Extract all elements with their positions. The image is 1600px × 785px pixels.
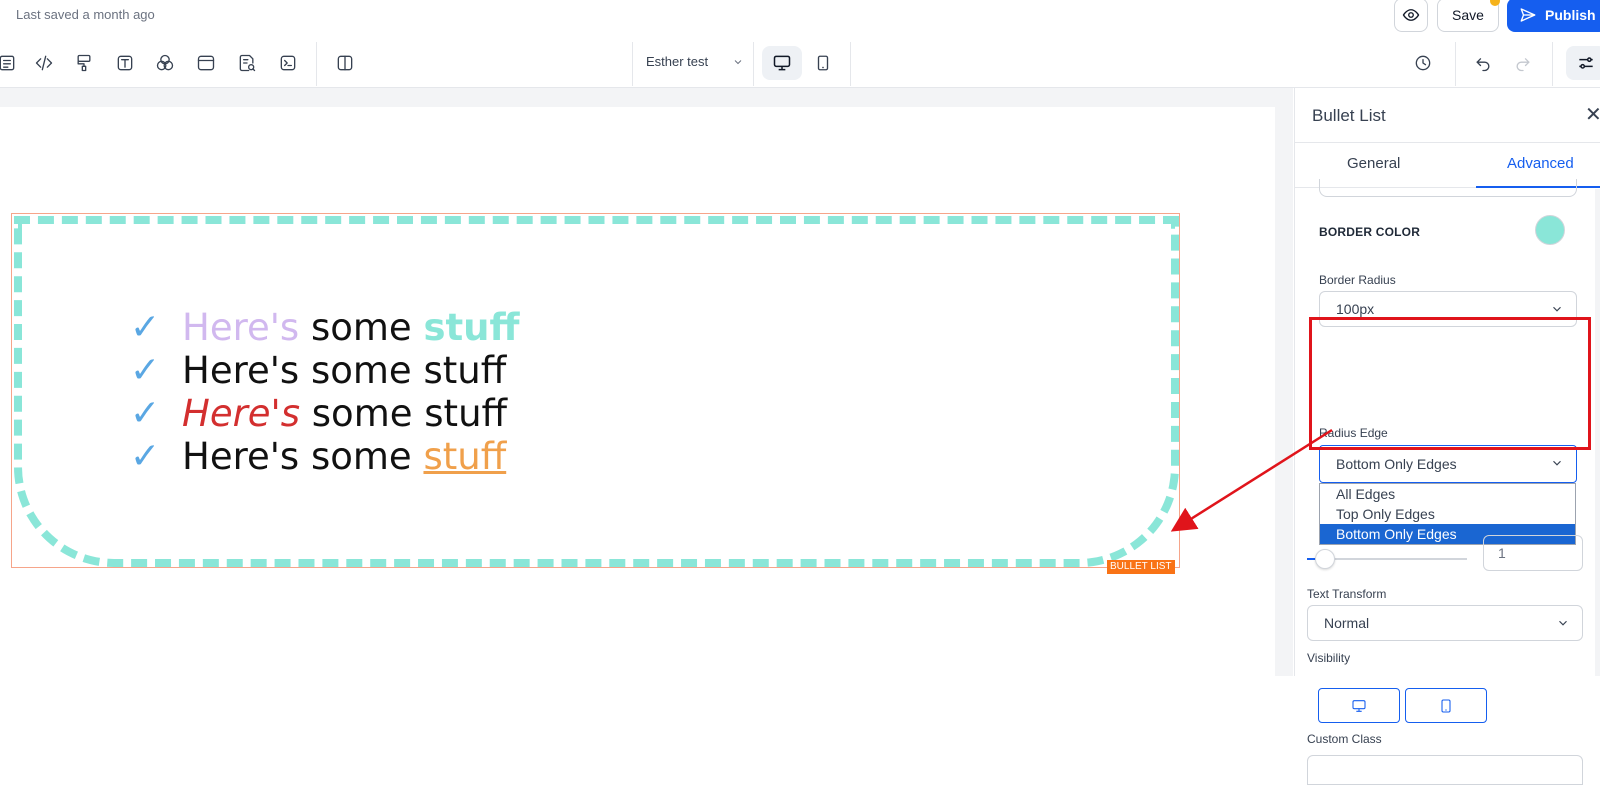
- redo-button[interactable]: [1510, 50, 1536, 76]
- redo-icon: [1516, 58, 1530, 72]
- border-radius-label: Border Radius: [1319, 273, 1396, 287]
- publish-label: Publish: [1545, 7, 1596, 23]
- chevron-down-icon: [1553, 460, 1561, 466]
- toolbar-divider: [1455, 42, 1456, 86]
- terminal-icon: [280, 55, 296, 71]
- checkmark-icon: ✓: [130, 350, 161, 391]
- custom-class-label: Custom Class: [1307, 732, 1382, 746]
- font-select-value: Esther test: [646, 54, 709, 69]
- publish-button[interactable]: Publish: [1507, 0, 1600, 32]
- top-toolbar: Last saved a month ago Save Publish Esth…: [0, 0, 1600, 88]
- annotation-highlight-box: [1309, 317, 1591, 450]
- tab-general[interactable]: General: [1347, 155, 1400, 172]
- toolbar-divider: [753, 42, 754, 86]
- list-item-word: Here's: [182, 392, 301, 435]
- custom-class-input[interactable]: [1307, 755, 1583, 785]
- list-item-word: stuff: [423, 349, 507, 392]
- text-transform-value: Normal: [1324, 615, 1370, 631]
- visibility-desktop-button[interactable]: [1318, 688, 1400, 723]
- shapes-icon: [156, 54, 174, 71]
- tool-seo-button[interactable]: [234, 50, 260, 76]
- tool-terminal-button[interactable]: [275, 50, 301, 76]
- font-select[interactable]: Esther test: [646, 54, 744, 69]
- code-icon: [35, 55, 53, 71]
- sliders-icon: [1579, 57, 1593, 69]
- toolbar-divider: [632, 42, 633, 86]
- element-type-tag[interactable]: BULLET LIST: [1107, 560, 1175, 574]
- checkmark-icon: ✓: [130, 393, 161, 434]
- visibility-mobile-button[interactable]: [1405, 688, 1487, 723]
- radius-edge-value: Bottom Only Edges: [1336, 456, 1457, 472]
- chevron-down-icon: [734, 59, 742, 64]
- list-item-word: Here's: [182, 349, 300, 392]
- tool-section-button[interactable]: [193, 50, 219, 76]
- list-item: ✓ Here's some stuff: [130, 306, 520, 349]
- tool-text-button[interactable]: [112, 50, 138, 76]
- save-button[interactable]: Save: [1437, 0, 1499, 32]
- tool-paint-button[interactable]: [71, 50, 97, 76]
- list-item-word: some: [310, 349, 412, 392]
- columns-icon: [337, 55, 353, 71]
- settings-panel-toggle[interactable]: [1566, 46, 1600, 80]
- chevron-down-icon: [1553, 306, 1561, 312]
- toolbar-divider: [316, 42, 317, 86]
- slider-value-input[interactable]: 1: [1483, 535, 1583, 571]
- list-item-word: Here's: [182, 306, 300, 349]
- toolbar-divider: [850, 42, 851, 86]
- visibility-label: Visibility: [1307, 651, 1351, 665]
- text-transform-label: Text Transform: [1307, 587, 1387, 601]
- form-icon: [0, 55, 15, 71]
- list-item-word: some: [310, 306, 412, 349]
- preview-button[interactable]: [1394, 0, 1428, 32]
- send-icon: [1520, 8, 1536, 22]
- undo-icon: [1476, 58, 1490, 72]
- window-icon: [197, 55, 215, 71]
- radius-edge-option[interactable]: All Edges: [1320, 484, 1575, 504]
- eye-icon: [1402, 9, 1420, 21]
- list-item-word: stuff: [423, 435, 507, 478]
- checkmark-icon: ✓: [130, 436, 161, 477]
- mobile-icon: [1441, 698, 1451, 713]
- chevron-down-icon: [1559, 620, 1567, 626]
- undo-button[interactable]: [1470, 50, 1496, 76]
- tool-layout-button[interactable]: [332, 50, 358, 76]
- tool-code-button[interactable]: [31, 50, 57, 76]
- list-item: ✓ Here's some stuff: [130, 349, 520, 392]
- previous-field[interactable]: [1319, 179, 1577, 197]
- text-icon: [117, 55, 133, 71]
- history-button[interactable]: [1410, 50, 1436, 76]
- list-item-word: Here's: [182, 435, 300, 478]
- panel-title: Bullet List: [1312, 106, 1386, 125]
- checkmark-icon: ✓: [130, 307, 161, 348]
- clock-history-icon: [1415, 55, 1431, 71]
- mobile-view-button[interactable]: [803, 46, 843, 80]
- border-color-label: BORDER COLOR: [1319, 225, 1421, 239]
- tool-elements-button[interactable]: [152, 50, 178, 76]
- panel-scrollbar[interactable]: [1595, 189, 1600, 676]
- radius-edge-option[interactable]: Top Only Edges: [1320, 504, 1575, 524]
- paint-roller-icon: [77, 54, 91, 72]
- border-color-swatch[interactable]: [1535, 215, 1565, 245]
- radius-edge-select[interactable]: Bottom Only Edges: [1319, 445, 1577, 483]
- document-search-icon: [239, 54, 256, 72]
- list-item-word: some: [310, 435, 412, 478]
- close-icon[interactable]: ✕: [1585, 102, 1600, 127]
- desktop-icon: [773, 55, 791, 71]
- desktop-view-button[interactable]: [762, 46, 802, 80]
- mobile-icon: [817, 55, 829, 71]
- border-radius-value: 100px: [1336, 301, 1375, 317]
- tool-form-button[interactable]: [0, 50, 20, 76]
- list-item-word: some: [311, 392, 413, 435]
- list-item: ✓ Here's some stuff: [130, 435, 520, 478]
- list-item-word: stuff: [423, 306, 520, 349]
- list-item: ✓ Here's some stuff: [130, 392, 520, 435]
- text-transform-select[interactable]: Normal: [1307, 605, 1583, 641]
- saved-status: Last saved a month ago: [16, 7, 155, 22]
- bullet-list: ✓ Here's some stuff ✓ Here's some stuff …: [130, 306, 520, 478]
- tab-advanced[interactable]: Advanced: [1507, 155, 1574, 172]
- desktop-icon: [1352, 699, 1366, 712]
- toolbar-divider: [1552, 42, 1553, 86]
- list-item-word: stuff: [424, 392, 508, 435]
- slider-handle[interactable]: [1315, 549, 1335, 569]
